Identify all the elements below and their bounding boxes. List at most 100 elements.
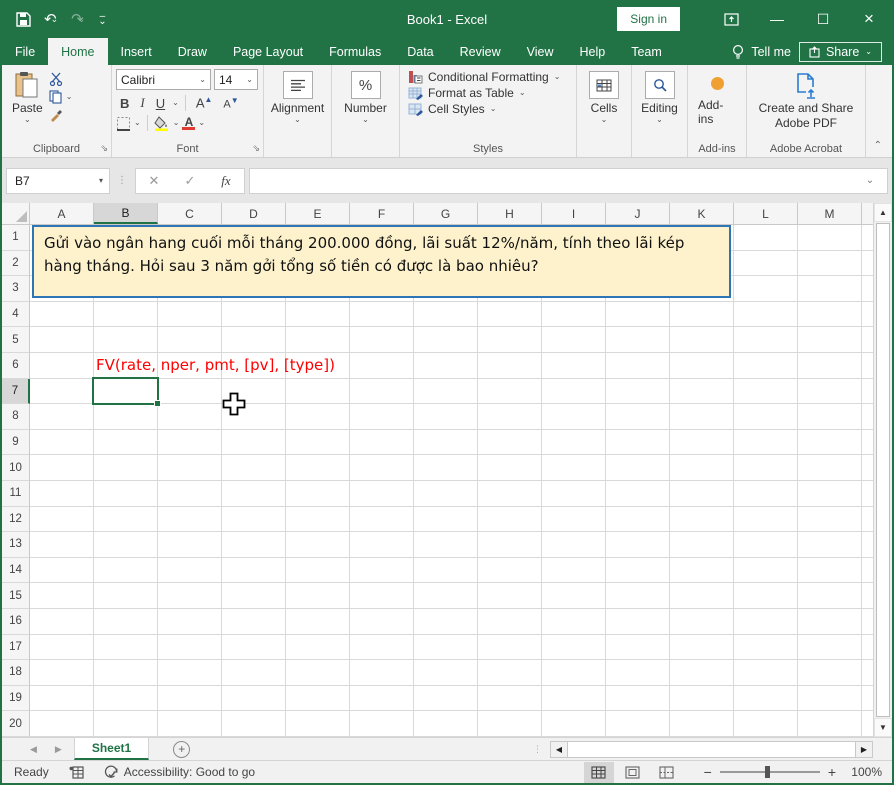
cell-J15[interactable] [606, 583, 670, 609]
cell-D10[interactable] [222, 455, 286, 481]
cell-styles-button[interactable]: Cell Styles ⌄ [404, 101, 572, 117]
cell-C18[interactable] [158, 660, 222, 686]
cell-K7[interactable] [670, 379, 734, 405]
cell-A15[interactable] [30, 583, 94, 609]
cell-E9[interactable] [286, 430, 350, 456]
sign-in-button[interactable]: Sign in [617, 7, 680, 31]
next-sheet-icon[interactable]: ▶ [55, 744, 62, 755]
borders-button[interactable]: ⌄ [116, 116, 141, 131]
row-header-17[interactable]: 17 [2, 635, 30, 661]
column-header-M[interactable]: M [798, 203, 862, 224]
cell-F6[interactable] [350, 353, 414, 379]
cell-C15[interactable] [158, 583, 222, 609]
cell-C20[interactable] [158, 711, 222, 737]
cell-E18[interactable] [286, 660, 350, 686]
zoom-out-button[interactable]: − [704, 764, 712, 780]
scroll-left-icon[interactable]: ◀ [551, 742, 567, 757]
column-header-G[interactable]: G [414, 203, 478, 224]
cell-J19[interactable] [606, 686, 670, 712]
italic-button[interactable]: I [136, 94, 148, 112]
cell-L14[interactable] [734, 558, 798, 584]
cell-L16[interactable] [734, 609, 798, 635]
cell-H13[interactable] [478, 532, 542, 558]
cell-F15[interactable] [350, 583, 414, 609]
cell-I17[interactable] [542, 635, 606, 661]
cell-E14[interactable] [286, 558, 350, 584]
column-header-D[interactable]: D [222, 203, 286, 224]
zoom-percent[interactable]: 100% [840, 765, 882, 779]
cell-B8[interactable] [94, 404, 158, 430]
cell-J18[interactable] [606, 660, 670, 686]
cell-F18[interactable] [350, 660, 414, 686]
cell-E20[interactable] [286, 711, 350, 737]
cell-B11[interactable] [94, 481, 158, 507]
cell-G11[interactable] [414, 481, 478, 507]
cell-C5[interactable] [158, 327, 222, 353]
cell-L8[interactable] [734, 404, 798, 430]
cell-partial-3[interactable] [862, 276, 873, 302]
cell-I16[interactable] [542, 609, 606, 635]
cell-L4[interactable] [734, 302, 798, 328]
cell-J12[interactable] [606, 507, 670, 533]
cell-I19[interactable] [542, 686, 606, 712]
cell-F8[interactable] [350, 404, 414, 430]
cell-K18[interactable] [670, 660, 734, 686]
tab-split-handle[interactable]: ⋮ [533, 747, 542, 751]
cell-E5[interactable] [286, 327, 350, 353]
close-button[interactable]: × [846, 0, 892, 38]
cell-D12[interactable] [222, 507, 286, 533]
expand-formula-bar-icon[interactable]: ⌄ [859, 175, 881, 186]
cell-M6[interactable] [798, 353, 862, 379]
cell-G9[interactable] [414, 430, 478, 456]
selected-cell-outline[interactable] [92, 377, 159, 405]
collapse-ribbon-icon[interactable]: ⌃ [874, 140, 882, 151]
cell-E7[interactable] [286, 379, 350, 405]
cell-L17[interactable] [734, 635, 798, 661]
tab-help[interactable]: Help [567, 38, 619, 65]
share-button[interactable]: Share ⌄ [799, 42, 882, 62]
cell-H9[interactable] [478, 430, 542, 456]
cell-partial-16[interactable] [862, 609, 873, 635]
tab-team[interactable]: Team [618, 38, 675, 65]
cell-A12[interactable] [30, 507, 94, 533]
tell-me-button[interactable]: Tell me [732, 44, 791, 60]
cell-F13[interactable] [350, 532, 414, 558]
fill-handle[interactable] [154, 400, 161, 407]
row-header-13[interactable]: 13 [2, 532, 30, 558]
number-button[interactable]: % Number ⌄ [336, 69, 395, 125]
cell-K15[interactable] [670, 583, 734, 609]
cell-F11[interactable] [350, 481, 414, 507]
cancel-entry-icon[interactable]: ✕ [136, 173, 172, 189]
cell-M13[interactable] [798, 532, 862, 558]
cell-H16[interactable] [478, 609, 542, 635]
cell-M16[interactable] [798, 609, 862, 635]
cell-H11[interactable] [478, 481, 542, 507]
cell-partial-17[interactable] [862, 635, 873, 661]
horizontal-scrollbar[interactable]: ◀ ▶ [550, 741, 873, 758]
cell-A7[interactable] [30, 379, 94, 405]
cell-B4[interactable] [94, 302, 158, 328]
row-header-5[interactable]: 5 [2, 327, 30, 353]
cell-M18[interactable] [798, 660, 862, 686]
cell-I15[interactable] [542, 583, 606, 609]
customize-quick-access-icon[interactable]: –⌄ [98, 14, 106, 24]
cell-M4[interactable] [798, 302, 862, 328]
cell-partial-15[interactable] [862, 583, 873, 609]
column-header-B[interactable]: B [94, 203, 158, 224]
undo-button[interactable]: ↶⌄ [44, 10, 58, 28]
cell-B13[interactable] [94, 532, 158, 558]
cell-E13[interactable] [286, 532, 350, 558]
cell-A14[interactable] [30, 558, 94, 584]
cell-G7[interactable] [414, 379, 478, 405]
cell-H17[interactable] [478, 635, 542, 661]
cell-L1[interactable] [734, 225, 798, 251]
cell-F16[interactable] [350, 609, 414, 635]
row-header-2[interactable]: 2 [2, 251, 30, 277]
scroll-right-icon[interactable]: ▶ [856, 742, 872, 757]
cell-C11[interactable] [158, 481, 222, 507]
cell-M2[interactable] [798, 251, 862, 277]
cell-partial-14[interactable] [862, 558, 873, 584]
cell-M11[interactable] [798, 481, 862, 507]
cell-E4[interactable] [286, 302, 350, 328]
cell-E11[interactable] [286, 481, 350, 507]
